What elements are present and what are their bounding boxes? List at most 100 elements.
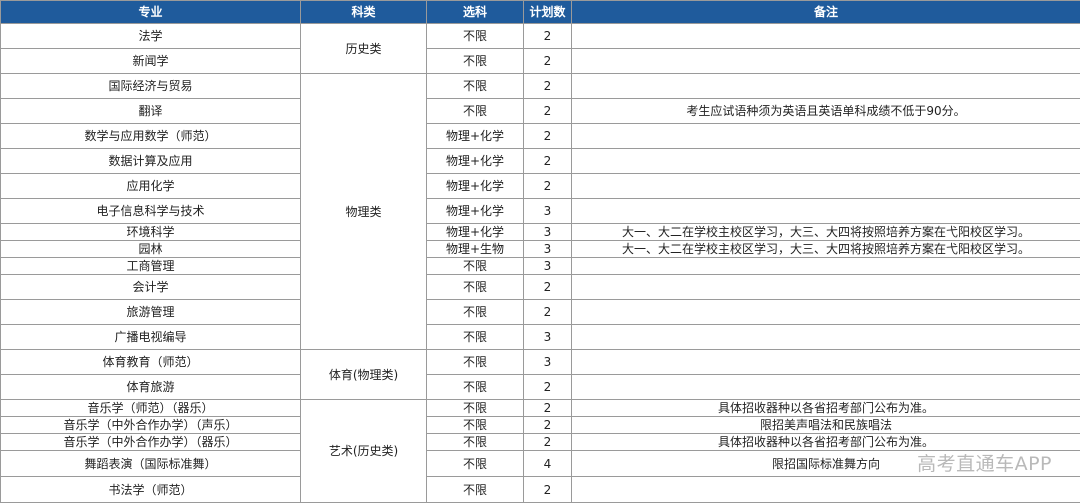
major-cell: 新闻学 (1, 49, 301, 74)
table-row: 新闻学 不限 2 (1, 49, 1080, 74)
plan-count-cell: 2 (524, 375, 572, 400)
table-row: 广播电视编导 不限 3 (1, 325, 1080, 350)
major-cell: 舞蹈表演（国际标准舞） (1, 451, 301, 477)
major-cell: 环境科学 (1, 224, 301, 241)
remark-cell: 大一、大二在学校主校区学习，大三、大四将按照培养方案在弋阳校区学习。 (572, 224, 1080, 241)
major-cell: 数据计算及应用 (1, 149, 301, 174)
table-row: 旅游管理 不限 2 (1, 300, 1080, 325)
major-cell: 音乐学（中外合作办学）（声乐） (1, 417, 301, 434)
remark-cell (572, 124, 1080, 149)
major-cell: 翻译 (1, 99, 301, 124)
remark-cell (572, 375, 1080, 400)
plan-count-cell: 3 (524, 224, 572, 241)
table-row: 体育旅游 不限 2 (1, 375, 1080, 400)
remark-cell (572, 199, 1080, 224)
category-cell-arts: 艺术(历史类) (301, 400, 427, 503)
table-row: 国际经济与贸易 物理类 不限 2 (1, 74, 1080, 99)
subjects-cell: 不限 (427, 350, 524, 375)
major-cell: 广播电视编导 (1, 325, 301, 350)
remark-cell (572, 300, 1080, 325)
plan-count-cell: 3 (524, 258, 572, 275)
plan-count-cell: 2 (524, 477, 572, 503)
plan-count-cell: 2 (524, 174, 572, 199)
plan-count-cell: 2 (524, 74, 572, 99)
remark-cell: 具体招收器种以各省招考部门公布为准。 (572, 400, 1080, 417)
remark-cell: 限招国际标准舞方向 (572, 451, 1080, 477)
plan-count-cell: 3 (524, 325, 572, 350)
table-row: 翻译 不限 2 考生应试语种须为英语且英语单科成绩不低于90分。 (1, 99, 1080, 124)
subjects-cell: 物理+化学 (427, 224, 524, 241)
subjects-cell: 物理+生物 (427, 241, 524, 258)
plan-count-cell: 2 (524, 99, 572, 124)
category-cell-physics: 物理类 (301, 74, 427, 350)
major-cell: 电子信息科学与技术 (1, 199, 301, 224)
plan-count-cell: 2 (524, 49, 572, 74)
table-row: 书法学（师范） 不限 2 (1, 477, 1080, 503)
plan-count-cell: 2 (524, 149, 572, 174)
subjects-cell: 不限 (427, 49, 524, 74)
major-cell: 音乐学（师范）（器乐） (1, 400, 301, 417)
column-header-category: 科类 (301, 1, 427, 24)
major-cell: 书法学（师范） (1, 477, 301, 503)
plan-count-cell: 3 (524, 241, 572, 258)
table-header-row: 专业 科类 选科 计划数 备注 (1, 1, 1080, 24)
table-row: 应用化学 物理+化学 2 (1, 174, 1080, 199)
subjects-cell: 不限 (427, 325, 524, 350)
subjects-cell: 不限 (427, 434, 524, 451)
remark-cell (572, 24, 1080, 49)
remark-cell (572, 49, 1080, 74)
remark-cell: 大一、大二在学校主校区学习，大三、大四将按照培养方案在弋阳校区学习。 (572, 241, 1080, 258)
subjects-cell: 不限 (427, 24, 524, 49)
table-row: 音乐学（中外合作办学）（声乐） 不限 2 限招美声唱法和民族唱法 (1, 417, 1080, 434)
subjects-cell: 物理+化学 (427, 199, 524, 224)
remark-cell (572, 325, 1080, 350)
plan-count-cell: 3 (524, 199, 572, 224)
subjects-cell: 不限 (427, 74, 524, 99)
table-row: 音乐学（中外合作办学）（器乐） 不限 2 具体招收器种以各省招考部门公布为准。 (1, 434, 1080, 451)
table-row: 数据计算及应用 物理+化学 2 (1, 149, 1080, 174)
table-row: 音乐学（师范）（器乐） 艺术(历史类) 不限 2 具体招收器种以各省招考部门公布… (1, 400, 1080, 417)
subjects-cell: 物理+化学 (427, 124, 524, 149)
major-cell: 国际经济与贸易 (1, 74, 301, 99)
remark-cell (572, 174, 1080, 199)
remark-cell (572, 477, 1080, 503)
table-row: 体育教育（师范） 体育(物理类) 不限 3 (1, 350, 1080, 375)
remark-cell: 限招美声唱法和民族唱法 (572, 417, 1080, 434)
subjects-cell: 不限 (427, 258, 524, 275)
table-row: 工商管理 不限 3 (1, 258, 1080, 275)
major-cell: 旅游管理 (1, 300, 301, 325)
table-row: 舞蹈表演（国际标准舞） 不限 4 限招国际标准舞方向 (1, 451, 1080, 477)
table-row: 法学 历史类 不限 2 (1, 24, 1080, 49)
plan-count-cell: 2 (524, 300, 572, 325)
plan-count-cell: 3 (524, 350, 572, 375)
remark-cell: 考生应试语种须为英语且英语单科成绩不低于90分。 (572, 99, 1080, 124)
remark-cell (572, 258, 1080, 275)
remark-cell (572, 350, 1080, 375)
subjects-cell: 不限 (427, 300, 524, 325)
plan-count-cell: 2 (524, 417, 572, 434)
subjects-cell: 不限 (427, 99, 524, 124)
plan-count-cell: 2 (524, 24, 572, 49)
remark-cell (572, 74, 1080, 99)
remark-cell (572, 149, 1080, 174)
subjects-cell: 不限 (427, 477, 524, 503)
table-row: 园林 物理+生物 3 大一、大二在学校主校区学习，大三、大四将按照培养方案在弋阳… (1, 241, 1080, 258)
table-row: 会计学 不限 2 (1, 275, 1080, 300)
major-cell: 会计学 (1, 275, 301, 300)
subjects-cell: 不限 (427, 451, 524, 477)
subjects-cell: 不限 (427, 417, 524, 434)
major-cell: 音乐学（中外合作办学）（器乐） (1, 434, 301, 451)
column-header-major: 专业 (1, 1, 301, 24)
table-row: 环境科学 物理+化学 3 大一、大二在学校主校区学习，大三、大四将按照培养方案在… (1, 224, 1080, 241)
category-cell-sports: 体育(物理类) (301, 350, 427, 400)
subjects-cell: 不限 (427, 275, 524, 300)
subjects-cell: 不限 (427, 375, 524, 400)
major-cell: 应用化学 (1, 174, 301, 199)
major-cell: 工商管理 (1, 258, 301, 275)
remark-cell: 具体招收器种以各省招考部门公布为准。 (572, 434, 1080, 451)
table-row: 数学与应用数学（师范） 物理+化学 2 (1, 124, 1080, 149)
subjects-cell: 物理+化学 (427, 174, 524, 199)
column-header-subjects: 选科 (427, 1, 524, 24)
plan-count-cell: 2 (524, 124, 572, 149)
remark-cell (572, 275, 1080, 300)
